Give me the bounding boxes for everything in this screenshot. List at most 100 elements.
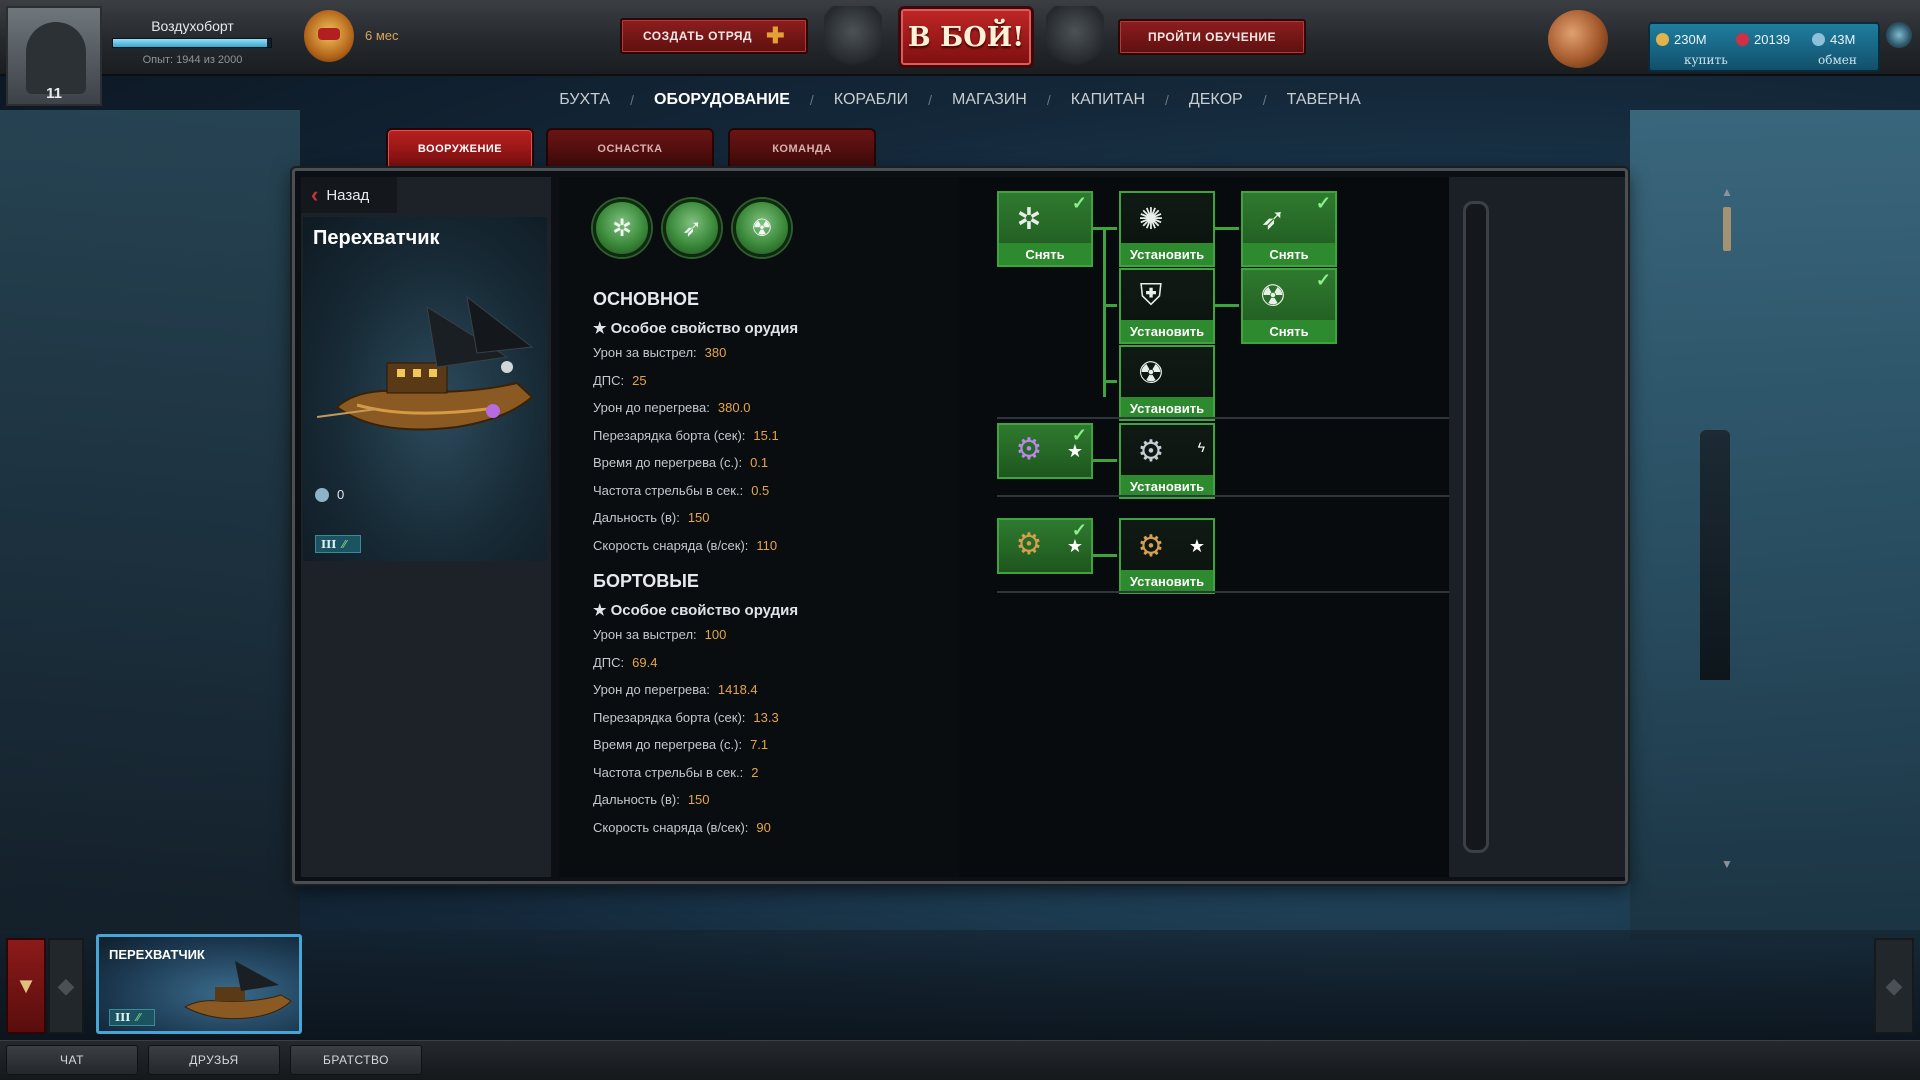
tab-chat[interactable]: ЧАТ — [6, 1045, 138, 1075]
nav-item-captain[interactable]: КАПИТАН — [1051, 91, 1165, 109]
create-squad-button[interactable]: СОЗДАТЬ ОТРЯД ✚ — [620, 18, 808, 54]
stat-row: ДПС: 25 — [593, 367, 779, 395]
stat-value: 150 — [687, 510, 710, 526]
side-cannon-upgrade-icon: ⚙ — [1137, 529, 1165, 563]
install-button[interactable]: Установить — [1121, 475, 1213, 497]
stat-value: 0.1 — [750, 455, 769, 471]
stat-row: Урон до перегрева: 1418.4 — [593, 676, 779, 704]
strip-prev-button[interactable]: ◆ — [48, 938, 84, 1034]
globe-settings-icon[interactable] — [1886, 22, 1912, 48]
filter-button[interactable]: ▼ — [6, 938, 46, 1034]
gatling-icon: ✲ — [1016, 202, 1042, 236]
tab-crew[interactable]: КОМАНДА — [728, 128, 876, 168]
tutorial-button[interactable]: ПРОЙТИ ОБУЧЕНИЕ — [1118, 19, 1306, 55]
scroll-down-arrow-icon[interactable]: ▼ — [1721, 857, 1733, 871]
remove-button[interactable]: Снять — [1243, 243, 1335, 265]
stat-value: 25 — [632, 372, 647, 388]
stat-label: ДПС: — [593, 654, 625, 670]
stat-label: Урон до перегрева: — [593, 682, 710, 698]
player-name: Воздухоборт — [151, 18, 234, 34]
tree-node-cannon-main[interactable]: ⚙ ✓ ★ — [997, 423, 1093, 479]
stat-value: 7.1 — [750, 737, 769, 753]
ruby-amount: 20139 — [1754, 32, 1791, 47]
install-button[interactable]: Установить — [1121, 320, 1213, 342]
tab-rigging[interactable]: ОСНАСТКА — [546, 128, 714, 168]
tree-connector — [1103, 304, 1117, 307]
tree-node-bomb-alt[interactable]: ☢ Установить — [1119, 345, 1215, 421]
background-scenery-left — [0, 110, 300, 940]
gold-coin-icon — [1656, 33, 1669, 46]
premium-crown-icon[interactable] — [304, 10, 354, 62]
remove-button[interactable]: Снять — [999, 243, 1091, 265]
xp-bar-fill — [113, 39, 267, 47]
tree-node-side-cannon-upgrade[interactable]: ⚙ ★ Установить — [1119, 518, 1215, 594]
player-avatar[interactable]: 11 — [6, 6, 102, 106]
install-button[interactable]: Установить — [1121, 397, 1213, 419]
stat-label: Перезарядка борта (сек): — [593, 709, 746, 725]
tree-node-bomb[interactable]: ☢ ✓ Снять — [1241, 268, 1337, 344]
tree-node-shield[interactable]: ⛨ Установить — [1119, 268, 1215, 344]
scrollbar-thumb[interactable] — [1723, 207, 1731, 251]
tree-node-side-cannon[interactable]: ⚙ ✓ ★ — [997, 518, 1093, 574]
nav-item-tavern[interactable]: ТАВЕРНА — [1267, 91, 1381, 109]
barrels-icon[interactable] — [1548, 10, 1608, 68]
filter-icon: ▼ — [15, 973, 37, 998]
tree-node-gatling[interactable]: ✲ ✓ Снять — [997, 191, 1093, 267]
ship-slot-interceptor[interactable]: ПЕРЕХВАТЧИК III ⁄⁄ — [96, 934, 302, 1034]
weapon-stats-column: ✲ ➶ ☢ ОСНОВНОЕ ★ Особое свойство орудия … — [559, 177, 959, 877]
remove-button[interactable]: Снять — [1243, 320, 1335, 342]
stat-row: ДПС: 69.4 — [593, 649, 779, 677]
background-scenery-right — [1630, 110, 1920, 940]
install-button[interactable]: Установить — [1121, 243, 1213, 265]
tree-node-gatling-upgrade[interactable]: ✺ Установить — [1119, 191, 1215, 267]
ship-name: Перехватчик — [313, 227, 440, 249]
stat-label: Перезарядка борта (сек): — [593, 427, 746, 443]
tier-value: III — [321, 537, 337, 551]
buy-link[interactable]: купить — [1684, 53, 1728, 67]
bottom-bar — [0, 1040, 1920, 1080]
player-level: 11 — [46, 85, 62, 102]
nav-item-decor[interactable]: ДЕКОР — [1169, 91, 1263, 109]
install-button[interactable]: Установить — [1121, 570, 1213, 592]
tree-node-rocket[interactable]: ➶ ✓ Снять — [1241, 191, 1337, 267]
stat-row: Урон до перегрева: 380.0 — [593, 394, 779, 422]
back-button[interactable]: ‹ Назад — [301, 177, 397, 213]
nav-item-bay[interactable]: БУХТА — [539, 91, 630, 109]
side-rail-column — [1449, 177, 1625, 877]
stat-row: Скорость снаряда (в/сек): 90 — [593, 814, 779, 842]
stat-row: Время до перегрева (с.): 7.1 — [593, 731, 779, 759]
exchange-link[interactable]: обмен — [1818, 53, 1857, 67]
check-icon: ✓ — [1071, 193, 1087, 213]
tree-node-cannon-heavy[interactable]: ⚙ ϟ Установить — [1119, 423, 1215, 499]
shield-icon: ⛨ — [1139, 279, 1163, 312]
tree-connector — [1215, 227, 1239, 230]
stat-value: 13.3 — [753, 709, 779, 725]
rocket-weapon-icon[interactable]: ➶ — [663, 199, 721, 257]
tab-weapons[interactable]: ВООРУЖЕНИЕ — [386, 128, 534, 168]
gatling-upgrade-icon: ✺ — [1138, 202, 1164, 236]
nav-item-shop[interactable]: МАГАЗИН — [932, 91, 1047, 109]
plus-icon: ✚ — [766, 23, 786, 48]
purple-cannon-icon: ⚙ — [1015, 432, 1043, 466]
premium-duration: 6 мес — [365, 28, 399, 43]
tab-friends[interactable]: ДРУЗЬЯ — [148, 1045, 280, 1075]
stat-row: Время до перегрева (с.): 0.1 — [593, 449, 779, 477]
gold-balance: 230M — [1656, 32, 1707, 47]
bomb-weapon-icon[interactable]: ☢ — [733, 199, 791, 257]
battle-button[interactable]: В БОЙ! — [898, 6, 1034, 68]
gold-amount: 230M — [1674, 32, 1707, 47]
nav-item-equipment[interactable]: ОБОРУДОВАНИЕ — [634, 91, 810, 109]
tree-divider — [997, 591, 1457, 593]
main-special-property: ★ Особое свойство орудия — [593, 319, 798, 337]
scroll-up-arrow-icon[interactable]: ▲ — [1721, 185, 1733, 199]
nav-item-ships[interactable]: КОРАБЛИ — [814, 91, 928, 109]
ship-slot-image — [183, 961, 292, 1020]
strip-next-button[interactable]: ◆ — [1874, 938, 1914, 1034]
stat-row: Дальность (в): 150 — [593, 504, 779, 532]
tab-guild[interactable]: БРАТСТВО — [290, 1045, 422, 1075]
stat-row: Частота стрельбы в сек.: 0.5 — [593, 477, 779, 505]
ship-info-column: ‹ Назад Перехватчик 0 III ⁄⁄ — [301, 177, 551, 877]
gatling-weapon-icon[interactable]: ✲ — [593, 199, 651, 257]
star-icon: ★ — [593, 602, 607, 619]
stat-label: Урон за выстрел: — [593, 345, 697, 361]
